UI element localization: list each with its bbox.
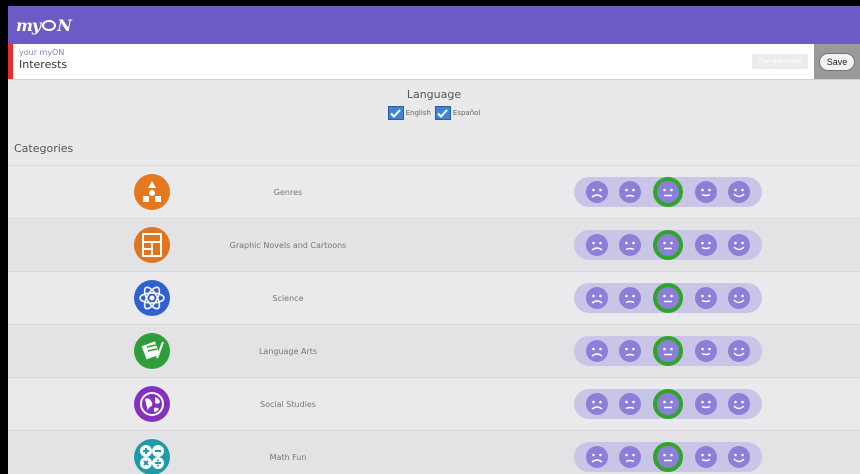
language-option-spanish[interactable]: Español <box>434 106 481 120</box>
page-title: Interests <box>19 58 68 71</box>
checkmark-icon <box>390 108 401 118</box>
language-section: Language English Español <box>8 80 860 134</box>
very-happy-face-icon[interactable] <box>728 234 751 256</box>
sad-face-icon[interactable] <box>619 181 642 203</box>
category-name: Graphic Novels and Cartoons <box>229 240 347 250</box>
neutral-face-icon[interactable] <box>652 336 683 366</box>
happy-face-icon[interactable] <box>694 234 717 256</box>
category-list: Genres Graphic Novels and Cartoons Science… <box>8 166 860 474</box>
logo-ring-icon <box>42 19 57 31</box>
language-options: English Español <box>8 106 860 120</box>
page-header: your myON Interests changes made Save <box>8 44 860 80</box>
checkmark-icon <box>437 108 449 118</box>
very-happy-face-icon[interactable] <box>728 446 751 468</box>
globe-icon <box>134 386 170 422</box>
sad-face-icon[interactable] <box>619 340 642 362</box>
english-checkbox[interactable] <box>387 106 404 120</box>
happy-face-icon[interactable] <box>694 340 717 362</box>
neutral-face-icon[interactable] <box>652 283 683 313</box>
very-happy-face-icon[interactable] <box>728 393 751 415</box>
sad-face-icon[interactable] <box>619 446 642 468</box>
category-name: Genres <box>273 187 303 197</box>
category-row: Social Studies <box>8 378 860 431</box>
neutral-face-icon[interactable] <box>652 442 683 472</box>
very-happy-face-icon[interactable] <box>728 287 751 309</box>
very-sad-face-icon[interactable] <box>585 393 608 415</box>
happy-face-icon[interactable] <box>694 446 717 468</box>
very-happy-face-icon[interactable] <box>728 340 751 362</box>
category-row: Science <box>8 272 860 325</box>
category-name: Math Fun <box>269 452 307 462</box>
very-sad-face-icon[interactable] <box>585 340 608 362</box>
rating-selector <box>574 389 762 419</box>
category-row: Genres <box>8 166 860 219</box>
category-row: Graphic Novels and Cartoons <box>8 219 860 272</box>
save-button[interactable]: Save <box>818 52 856 71</box>
rating-selector <box>574 230 762 260</box>
sad-face-icon[interactable] <box>619 234 642 256</box>
category-name: Social Studies <box>260 399 316 409</box>
spanish-checkbox[interactable] <box>434 106 451 120</box>
page-title-block: your myON Interests <box>13 44 752 79</box>
genres-icon <box>134 174 170 210</box>
category-row: Math Fun <box>8 431 860 474</box>
happy-face-icon[interactable] <box>694 181 717 203</box>
category-name: Language Arts <box>258 346 318 356</box>
sad-face-icon[interactable] <box>619 287 642 309</box>
scroll-quill-icon <box>134 333 170 369</box>
neutral-face-icon[interactable] <box>652 389 683 419</box>
happy-face-icon[interactable] <box>694 393 717 415</box>
math-operators-icon <box>134 439 170 474</box>
happy-face-icon[interactable] <box>694 287 717 309</box>
myon-logo[interactable]: my N <box>16 16 72 35</box>
very-happy-face-icon[interactable] <box>728 181 751 203</box>
very-sad-face-icon[interactable] <box>585 287 608 309</box>
category-name: Science <box>272 293 304 303</box>
changes-made-button[interactable]: changes made <box>751 54 808 69</box>
atom-icon <box>134 280 170 316</box>
app-frame: my N your myON Interests changes made Sav… <box>8 6 860 474</box>
rating-selector <box>574 283 762 313</box>
spanish-label: Español <box>452 109 481 117</box>
categories-header: Categories <box>8 134 860 166</box>
comic-book-icon <box>134 227 170 263</box>
sad-face-icon[interactable] <box>619 393 642 415</box>
section-label: your myON <box>19 48 65 57</box>
neutral-face-icon[interactable] <box>652 230 683 260</box>
rating-selector <box>574 442 762 472</box>
category-row: Language Arts <box>8 325 860 378</box>
language-title: Language <box>406 88 462 101</box>
neutral-face-icon[interactable] <box>652 177 683 207</box>
english-label: English <box>405 109 431 117</box>
top-bar: my N <box>8 6 860 44</box>
very-sad-face-icon[interactable] <box>585 446 608 468</box>
rating-selector <box>574 336 762 366</box>
rating-selector <box>574 177 762 207</box>
very-sad-face-icon[interactable] <box>585 234 608 256</box>
language-option-english[interactable]: English <box>387 106 431 120</box>
very-sad-face-icon[interactable] <box>585 181 608 203</box>
save-zone: Save <box>814 44 860 79</box>
